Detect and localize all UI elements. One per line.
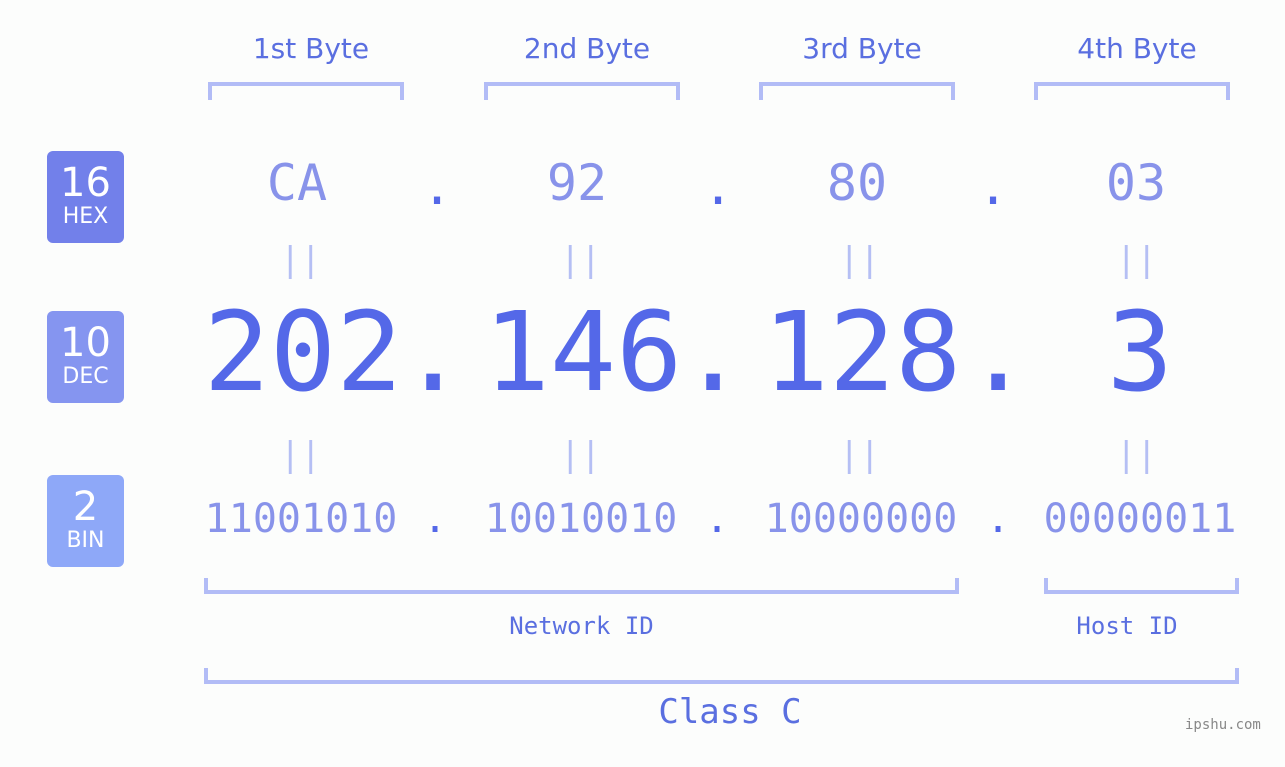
dec-badge: 10 DEC	[47, 311, 124, 403]
bin-separator-2: .	[705, 496, 730, 542]
class-label: Class C	[658, 692, 802, 732]
equals-hex-dec-1: ||	[280, 240, 321, 280]
hex-separator-3: .	[978, 158, 1009, 216]
header-byte-4: 4th Byte	[1077, 32, 1197, 65]
hex-separator-2: .	[703, 158, 734, 216]
network-id-label: Network ID	[509, 612, 654, 640]
hex-badge: 16 HEX	[47, 151, 124, 243]
bin-badge: 2 BIN	[47, 475, 124, 567]
bin-byte-2: 10010010	[484, 496, 678, 542]
hex-byte-4: 03	[1105, 154, 1167, 212]
dec-separator-1: .	[400, 288, 467, 416]
dec-byte-1: 202	[203, 288, 403, 416]
byte-3-bracket	[759, 82, 955, 100]
network-id-bracket	[204, 578, 959, 594]
hex-byte-2: 92	[546, 154, 608, 212]
host-id-bracket	[1044, 578, 1239, 594]
equals-dec-bin-2: ||	[560, 435, 601, 475]
hex-base-number: 16	[60, 160, 111, 206]
bin-base-number: 2	[72, 484, 99, 530]
header-byte-1: 1st Byte	[252, 32, 370, 65]
equals-dec-bin-4: ||	[1116, 435, 1157, 475]
dec-separator-2: .	[680, 288, 747, 416]
host-id-label: Host ID	[1076, 612, 1178, 640]
byte-4-bracket	[1034, 82, 1230, 100]
equals-hex-dec-4: ||	[1116, 240, 1157, 280]
byte-1-bracket	[208, 82, 404, 100]
bin-byte-4: 00000011	[1043, 496, 1237, 542]
bin-byte-3: 10000000	[764, 496, 958, 542]
dec-byte-4: 3	[1106, 288, 1174, 416]
header-byte-2: 2nd Byte	[523, 32, 651, 65]
equals-hex-dec-2: ||	[560, 240, 601, 280]
bin-separator-3: .	[986, 496, 1011, 542]
equals-dec-bin-3: ||	[839, 435, 880, 475]
bin-byte-1: 11001010	[204, 496, 398, 542]
hex-byte-1: CA	[266, 154, 328, 212]
bin-base-label: BIN	[66, 528, 105, 553]
equals-hex-dec-3: ||	[839, 240, 880, 280]
dec-byte-2: 146	[483, 288, 683, 416]
dec-byte-3: 128	[762, 288, 962, 416]
header-byte-3: 3rd Byte	[802, 32, 922, 65]
equals-dec-bin-1: ||	[280, 435, 321, 475]
dec-base-number: 10	[60, 320, 111, 366]
bin-separator-1: .	[423, 496, 448, 542]
hex-base-label: HEX	[62, 204, 109, 229]
dec-base-label: DEC	[62, 364, 109, 389]
hex-byte-3: 80	[826, 154, 888, 212]
watermark: ipshu.com	[1185, 717, 1261, 733]
hex-separator-1: .	[422, 158, 453, 216]
class-bracket	[204, 668, 1239, 684]
byte-2-bracket	[484, 82, 680, 100]
dec-separator-3: .	[965, 288, 1032, 416]
